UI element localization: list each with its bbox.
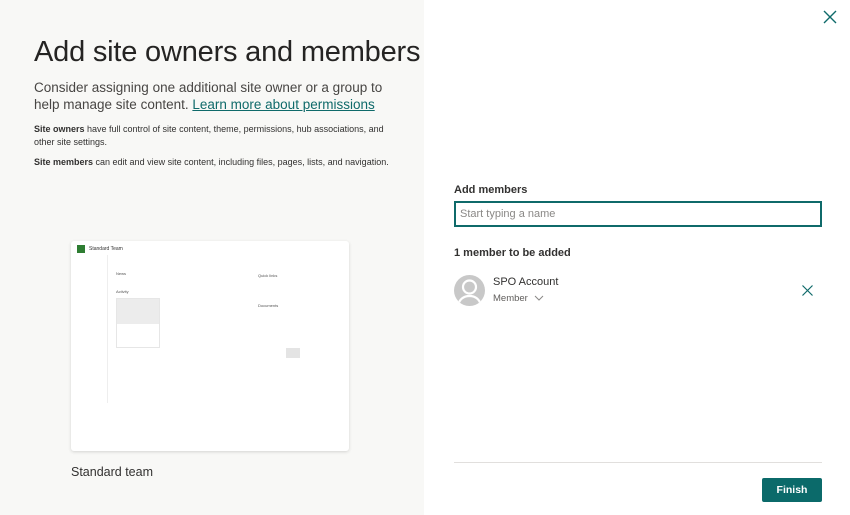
- member-role: Member: [493, 293, 528, 304]
- intro-text: Consider assigning one additional site o…: [34, 79, 404, 113]
- site-logo: [77, 245, 85, 253]
- page-title: Add site owners and members: [34, 36, 421, 68]
- owners-text: have full control of site content, theme…: [34, 124, 384, 147]
- add-members-label: Add members: [454, 184, 528, 196]
- divider: [454, 462, 822, 463]
- finish-button[interactable]: Finish: [762, 478, 822, 502]
- preview-quick-links: Quick links: [258, 273, 278, 278]
- owners-bold: Site owners: [34, 124, 85, 134]
- preview-site-name: Standard Team: [89, 246, 123, 252]
- members-text: can edit and view site content, includin…: [93, 157, 389, 167]
- member-role-dropdown[interactable]: Member: [493, 293, 544, 304]
- members-description: Site members can edit and view site cont…: [34, 156, 394, 169]
- members-bold: Site members: [34, 157, 94, 167]
- remove-member-icon[interactable]: [801, 284, 814, 297]
- member-name: SPO Account: [493, 276, 559, 288]
- empty-folder-icon: [286, 348, 300, 358]
- info-panel: Add site owners and members Consider ass…: [0, 0, 424, 515]
- close-icon[interactable]: [822, 9, 838, 25]
- template-preview: Standard Team News Activity Quick links …: [71, 241, 349, 451]
- preview-activity: Activity: [116, 289, 129, 294]
- member-count: 1 member to be added: [454, 247, 571, 259]
- preview-documents: Documents: [258, 303, 279, 308]
- chevron-down-icon: [535, 296, 544, 302]
- learn-more-link[interactable]: Learn more about permissions: [192, 97, 374, 112]
- avatar: [454, 275, 485, 306]
- person-icon: [456, 279, 483, 306]
- owners-description: Site owners have full control of site co…: [34, 123, 394, 148]
- preview-news: News: [116, 271, 127, 276]
- preview-card: [116, 298, 160, 348]
- member-search-input[interactable]: [454, 201, 822, 227]
- template-label: Standard team: [71, 465, 153, 479]
- preview-nav: [71, 255, 108, 403]
